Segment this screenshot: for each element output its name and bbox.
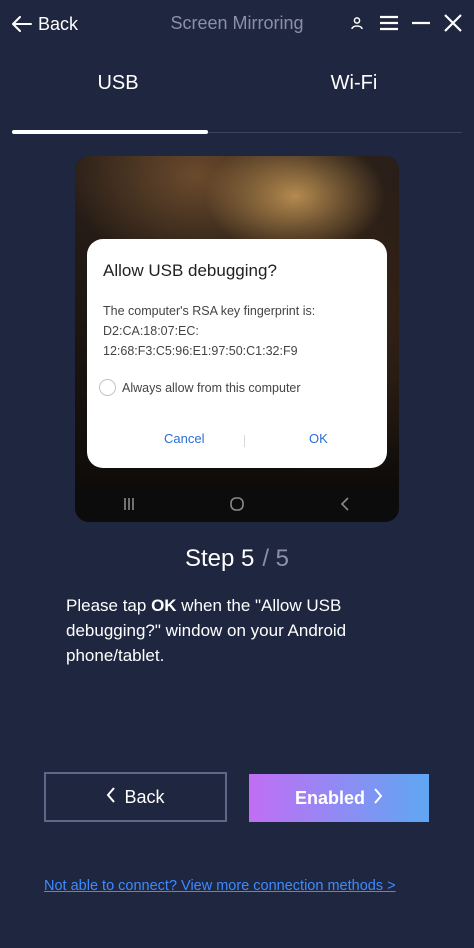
chevron-left-icon [106, 786, 116, 808]
instruction-before: Please tap [66, 596, 152, 615]
phone-illustration: Allow USB debugging? The computer's RSA … [75, 156, 399, 522]
home-icon [222, 492, 252, 516]
tab-wifi[interactable]: Wi-Fi [254, 72, 454, 95]
phone-navbar [75, 486, 399, 522]
user-icon[interactable] [346, 12, 368, 34]
chevron-right-icon [373, 787, 383, 809]
step-indicator: Step 5 / 5 [0, 545, 474, 573]
dialog-body-line: 12:68:F3:C5:96:E1:97:50:C1:32:F9 [103, 344, 298, 358]
dialog-button-divider [244, 435, 245, 447]
always-allow-label: Always allow from this computer [122, 380, 301, 395]
back-nav-icon [330, 492, 360, 516]
instruction-emphasis: OK [151, 596, 177, 615]
checkbox-circle-icon [99, 379, 116, 396]
connection-tabs: USB Wi-Fi [12, 72, 462, 136]
step-total: / 5 [262, 545, 290, 572]
instruction-text: Please tap OK when the "Allow USB debugg… [66, 593, 416, 668]
active-tab-indicator [12, 130, 208, 134]
always-allow-row: Always allow from this computer [99, 379, 301, 396]
dialog-body-line: D2:CA:18:07:EC: [103, 324, 199, 338]
dialog-cancel-button: Cancel [164, 431, 205, 446]
dialog-title: Allow USB debugging? [103, 261, 277, 280]
dialog-body-line: The computer's RSA key fingerprint is: [103, 304, 316, 318]
usb-debugging-dialog: Allow USB debugging? The computer's RSA … [87, 239, 387, 468]
menu-icon[interactable] [378, 12, 400, 34]
more-connection-methods-link[interactable]: Not able to connect? View more connectio… [44, 878, 396, 894]
tab-usb[interactable]: USB [18, 72, 218, 95]
dialog-body: The computer's RSA key fingerprint is: D… [103, 301, 373, 361]
title-bar: Back Screen Mirroring [0, 0, 474, 48]
window-controls [346, 8, 464, 38]
enabled-button[interactable]: Enabled [249, 774, 429, 822]
enabled-button-label: Enabled [294, 787, 365, 808]
dialog-ok-button: OK [309, 431, 328, 446]
recent-apps-icon [114, 492, 144, 516]
step-current: Step 5 [184, 545, 255, 572]
close-icon[interactable] [442, 12, 464, 34]
back-button[interactable]: Back [44, 772, 227, 822]
back-button-label: Back [124, 786, 165, 807]
minimize-icon[interactable] [410, 12, 432, 34]
